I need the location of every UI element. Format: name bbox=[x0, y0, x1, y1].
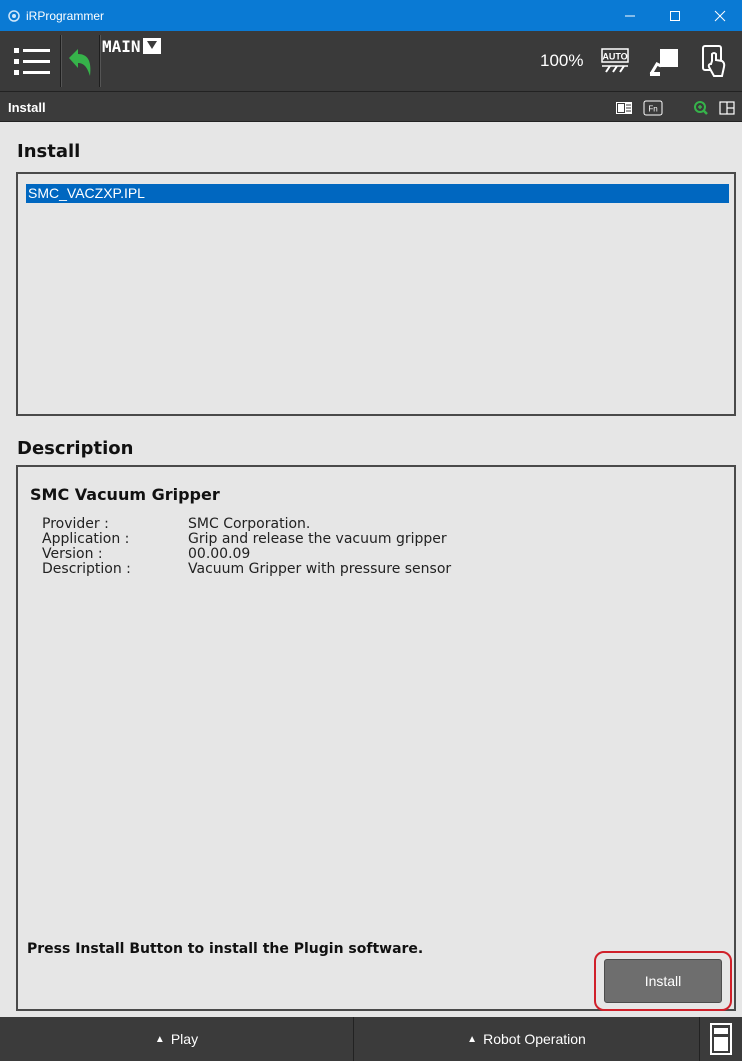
info-key: Description : bbox=[42, 561, 131, 577]
touch-panel-icon[interactable] bbox=[696, 41, 732, 81]
play-tab[interactable]: ▲ Play bbox=[0, 1017, 353, 1061]
toolbar-separator bbox=[99, 35, 101, 87]
info-row-provider: Provider : SMC Corporation. bbox=[42, 517, 451, 532]
info-value: 00.00.09 bbox=[188, 546, 251, 562]
info-value: Grip and release the vacuum gripper bbox=[188, 531, 447, 547]
minimize-icon[interactable] bbox=[607, 0, 652, 31]
info-row-version: Version : 00.00.09 bbox=[42, 547, 451, 562]
info-key: Provider : bbox=[42, 516, 109, 532]
zoom-in-icon[interactable] bbox=[692, 99, 710, 116]
svg-text:Fn: Fn bbox=[648, 104, 657, 113]
bottom-separator bbox=[699, 1017, 700, 1061]
app-logo-icon bbox=[6, 8, 22, 24]
info-value: Vacuum Gripper with pressure sensor bbox=[188, 561, 452, 577]
main-toolbar: MAIN 100% AUTO bbox=[0, 31, 742, 91]
info-key: Application : bbox=[42, 531, 130, 547]
window-title: iRProgrammer bbox=[26, 8, 105, 23]
menu-list-icon[interactable] bbox=[6, 39, 58, 85]
install-hint-text: Press Install Button to install the Plug… bbox=[27, 941, 424, 957]
plugin-file-list[interactable]: SMC_VACZXP.IPL bbox=[16, 172, 736, 416]
install-section-title: Install bbox=[17, 141, 81, 162]
speed-override[interactable]: 100% bbox=[540, 51, 583, 71]
info-key: Version : bbox=[42, 546, 103, 562]
robot-operation-tab-label: Robot Operation bbox=[483, 1031, 586, 1047]
svg-text:AUTO: AUTO bbox=[602, 52, 627, 62]
auto-mode-icon[interactable]: AUTO bbox=[598, 41, 634, 81]
screen-title: Install bbox=[8, 100, 46, 115]
info-value: SMC Corporation. bbox=[188, 516, 311, 532]
description-section-title: Description bbox=[17, 438, 134, 459]
up-triangle-icon: ▲ bbox=[467, 1033, 478, 1045]
layout-panel-icon[interactable] bbox=[614, 99, 634, 116]
plugin-info-table: Provider : SMC Corporation. Application … bbox=[42, 517, 451, 577]
back-arrow-icon[interactable] bbox=[62, 39, 98, 85]
close-icon[interactable] bbox=[697, 0, 742, 31]
dropdown-triangle-icon bbox=[142, 38, 161, 54]
split-window-icon[interactable] bbox=[718, 99, 736, 116]
up-triangle-icon: ▲ bbox=[154, 1033, 165, 1045]
program-selector[interactable]: MAIN bbox=[102, 35, 161, 57]
screen-header: Install Fn bbox=[0, 91, 742, 122]
play-tab-label: Play bbox=[170, 1031, 199, 1047]
program-name: MAIN bbox=[102, 36, 141, 56]
app-window: iRProgrammer MAIN 100% AUTO Install Fn I… bbox=[0, 0, 742, 1061]
pendant-panel-icon[interactable] bbox=[706, 1022, 736, 1056]
robot-operation-tab[interactable]: ▲ Robot Operation bbox=[354, 1017, 699, 1061]
function-key-icon[interactable]: Fn bbox=[642, 99, 664, 116]
install-button[interactable]: Install bbox=[604, 959, 722, 1003]
info-row-description: Description : Vacuum Gripper with pressu… bbox=[42, 562, 451, 577]
description-panel: SMC Vacuum Gripper Provider : SMC Corpor… bbox=[16, 465, 736, 1011]
robot-teach-icon[interactable] bbox=[646, 41, 682, 81]
title-bar: iRProgrammer bbox=[0, 0, 742, 31]
plugin-name: SMC Vacuum Gripper bbox=[30, 485, 220, 504]
maximize-icon[interactable] bbox=[652, 0, 697, 31]
bottom-bar: ▲ Play ▲ Robot Operation bbox=[0, 1017, 742, 1061]
list-item-selected[interactable]: SMC_VACZXP.IPL bbox=[26, 184, 729, 203]
info-row-application: Application : Grip and release the vacuu… bbox=[42, 532, 451, 547]
window-controls bbox=[607, 0, 742, 31]
